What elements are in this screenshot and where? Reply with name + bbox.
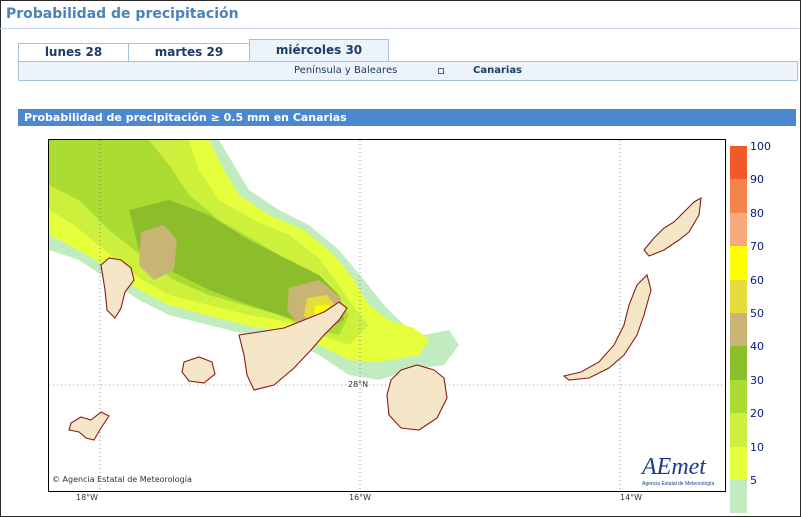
- legend-label: 70: [750, 240, 764, 254]
- legend-swatch: [730, 179, 747, 213]
- tab-martes-29[interactable]: martes 29: [128, 43, 250, 61]
- island-el-hierro: [68, 411, 110, 441]
- legend-label: 50: [750, 307, 764, 320]
- legend-label: 80: [750, 206, 764, 220]
- legend-label: 20: [750, 407, 764, 421]
- page-title: Probabilidad de precipitación: [6, 6, 239, 22]
- longitude-label-16w: 16°W: [349, 493, 372, 502]
- legend-swatch: [730, 379, 747, 414]
- copyright-icon: ©: [52, 475, 60, 484]
- section-title: Probabilidad de precipitación ≥ 0.5 mm e…: [24, 111, 347, 124]
- legend-swatch: [730, 479, 747, 514]
- section-header: Probabilidad de precipitación ≥ 0.5 mm e…: [18, 109, 796, 126]
- legend-swatch: [730, 246, 747, 280]
- legend-label: 100: [750, 140, 771, 153]
- logo-subtitle: Agencia Estatal de Meteorología: [642, 481, 714, 487]
- legend-label: 30: [750, 373, 764, 387]
- legend-swatch: [730, 279, 747, 313]
- region-peninsula-link[interactable]: Península y Baleares: [294, 62, 397, 80]
- legend-swatch: [730, 212, 747, 247]
- region-canarias-link[interactable]: Canarias: [473, 62, 522, 80]
- longitude-label-14w: 14°W: [620, 493, 643, 502]
- legend-swatch: [730, 146, 747, 180]
- island-la-gomera: [181, 356, 216, 384]
- legend-swatch: [730, 312, 747, 347]
- map-canvas: [49, 140, 725, 491]
- credit-text: Agencia Estatal de Meteorología: [62, 475, 192, 484]
- legend-label: 60: [750, 273, 764, 287]
- tab-lunes-28[interactable]: lunes 28: [18, 43, 129, 61]
- logo-text: AEmet: [640, 454, 707, 480]
- legend-label: 40: [750, 340, 764, 354]
- island-gran-canaria: [386, 364, 448, 431]
- separator-square-icon: [438, 68, 444, 74]
- aemet-logo: AEmet Agencia Estatal de Meteorología: [640, 454, 714, 487]
- island-lanzarote: [643, 196, 702, 257]
- longitude-label-18w: 18°W: [76, 493, 99, 502]
- tab-miercoles-30[interactable]: miércoles 30: [249, 39, 389, 61]
- map-credit: © Agencia Estatal de Meteorología: [52, 475, 192, 484]
- legend-swatch: [730, 446, 747, 480]
- legend-label: 5: [750, 474, 757, 487]
- legend-label: 10: [750, 440, 764, 454]
- legend-swatch: [730, 346, 747, 380]
- title-divider: [0, 28, 799, 29]
- legend-swatch: [730, 413, 747, 447]
- island-fuerteventura: [562, 273, 652, 381]
- legend-label: 90: [750, 173, 764, 187]
- latitude-label-28n: 28°N: [348, 380, 369, 389]
- region-selector: Península y Baleares Canarias: [18, 61, 798, 81]
- color-scale: [730, 146, 747, 514]
- precipitation-map: [48, 139, 726, 492]
